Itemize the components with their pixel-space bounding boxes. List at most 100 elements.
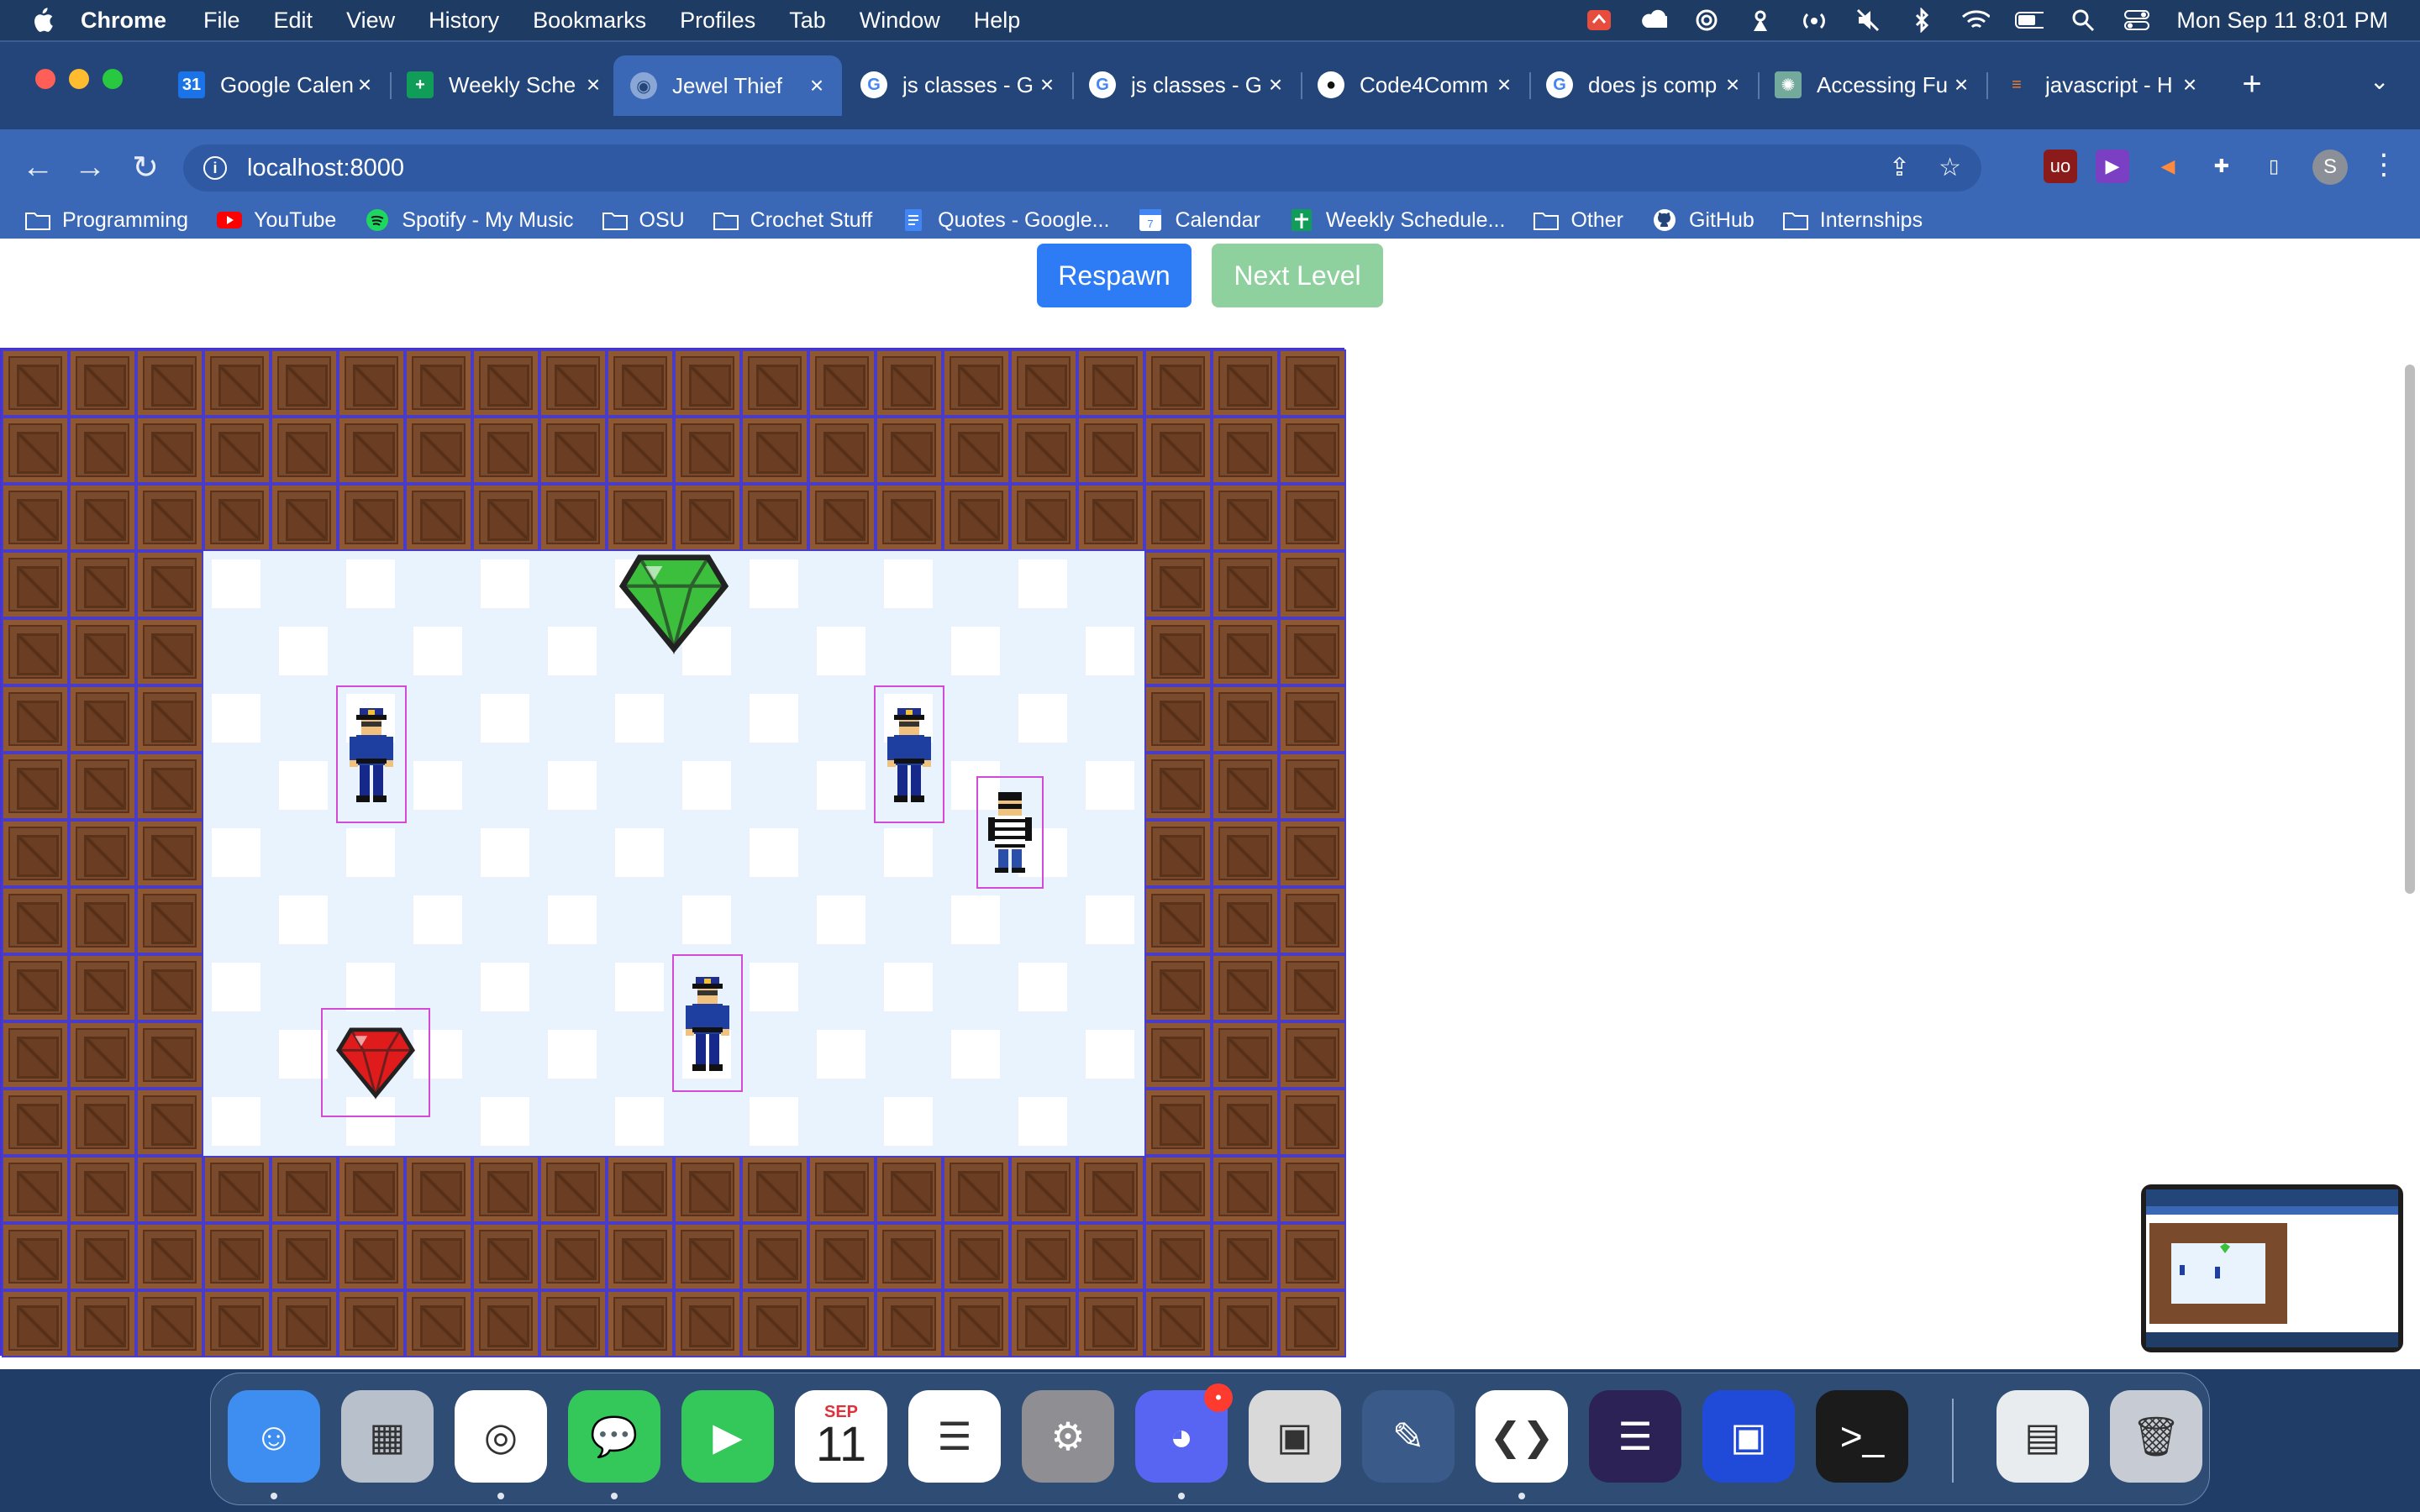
- share-icon[interactable]: ⇪: [1889, 153, 1910, 182]
- crate-wall-tile: [1279, 1089, 1346, 1156]
- ublock-icon[interactable]: uo: [2044, 150, 2077, 183]
- moon-icon[interactable]: [1692, 8, 1721, 33]
- respawn-button[interactable]: Respawn: [1037, 244, 1192, 307]
- menu-view[interactable]: View: [346, 8, 395, 34]
- tab-javascript[interactable]: ≡ javascript - H ×: [1986, 59, 2215, 111]
- reload-button[interactable]: ↻: [124, 146, 166, 188]
- bookmark-osu[interactable]: OSU: [602, 208, 685, 233]
- apple-menu-icon[interactable]: [30, 7, 54, 34]
- close-icon[interactable]: ×: [2178, 71, 2202, 98]
- close-icon[interactable]: ×: [581, 71, 605, 98]
- search-icon[interactable]: [2069, 8, 2097, 33]
- video-extension-icon[interactable]: ▶: [2096, 150, 2129, 183]
- minecraft-icon[interactable]: ▣: [1249, 1390, 1341, 1483]
- tab-js-classes-2[interactable]: G js classes - G ×: [1072, 59, 1301, 111]
- bookmark-calendar[interactable]: 7 Calendar: [1138, 208, 1260, 233]
- battery-icon[interactable]: [2015, 8, 2044, 33]
- new-tab-button[interactable]: +: [2235, 66, 2269, 103]
- menu-profiles[interactable]: Profiles: [680, 8, 755, 34]
- minimize-window-button[interactable]: [69, 69, 89, 89]
- crate-wall-tile: [69, 1089, 136, 1156]
- crate-wall-tile: [1212, 349, 1279, 417]
- control-center-icon[interactable]: [2123, 8, 2151, 33]
- calendar-icon[interactable]: SEP 11: [795, 1390, 887, 1483]
- tab-google-calendar[interactable]: 31 Google Calen ×: [161, 59, 390, 111]
- app-alert-icon[interactable]: [1585, 8, 1613, 33]
- close-icon[interactable]: ×: [353, 71, 376, 98]
- close-icon[interactable]: ×: [1492, 71, 1516, 98]
- game-board[interactable]: [0, 348, 1346, 1357]
- menu-history[interactable]: History: [429, 8, 499, 34]
- vertical-scrollbar[interactable]: [2405, 365, 2415, 894]
- discord-icon[interactable]: ◕ •: [1135, 1383, 1233, 1483]
- mute-icon[interactable]: [1854, 8, 1882, 33]
- menu-file[interactable]: File: [203, 8, 240, 34]
- more-menu-icon[interactable]: ⋮: [2370, 148, 2398, 181]
- back-button[interactable]: ←: [17, 146, 59, 188]
- bookmark-spotify[interactable]: Spotify - My Music: [365, 208, 574, 233]
- tab-code4comm[interactable]: ● Code4Comm ×: [1301, 59, 1529, 111]
- wifi-icon[interactable]: [1961, 8, 1991, 33]
- bookmark-star-icon[interactable]: ☆: [1939, 153, 1961, 182]
- bookmark-github[interactable]: GitHub: [1652, 208, 1754, 233]
- address-url[interactable]: localhost:8000: [247, 155, 404, 182]
- profile-avatar[interactable]: S: [2312, 150, 2348, 185]
- favicon-glyph: ◉: [636, 76, 651, 96]
- messages-icon[interactable]: 💬: [568, 1390, 660, 1483]
- menu-window[interactable]: Window: [860, 8, 940, 34]
- bluetooth-icon[interactable]: [1907, 8, 1936, 33]
- close-icon[interactable]: ×: [1721, 71, 1744, 98]
- trash-icon[interactable]: 🗑: [2110, 1390, 2202, 1483]
- bookmark-weekly-schedule[interactable]: Weekly Schedule...: [1289, 208, 1505, 233]
- facetime-icon[interactable]: ▶: [681, 1390, 774, 1483]
- close-window-button[interactable]: [35, 69, 55, 89]
- crate-wall-tile: [876, 1290, 943, 1357]
- terminal-icon[interactable]: >_: [1816, 1390, 1908, 1483]
- tab-jewel-thief[interactable]: ◉ Jewel Thief ×: [613, 55, 842, 116]
- menu-app-name[interactable]: Chrome: [81, 8, 166, 34]
- reminders-icon[interactable]: ☰: [908, 1390, 1001, 1483]
- bookmark-programming[interactable]: Programming: [25, 208, 188, 233]
- extensions-puzzle-icon[interactable]: ✚: [2205, 150, 2238, 183]
- screenshot-thumbnail[interactable]: [2141, 1184, 2403, 1352]
- eclipse-icon[interactable]: ☰: [1589, 1390, 1681, 1483]
- downloads-stack-icon[interactable]: ▤: [1996, 1390, 2089, 1483]
- settings-icon[interactable]: ⚙: [1022, 1390, 1114, 1483]
- menu-bookmarks[interactable]: Bookmarks: [533, 8, 646, 34]
- chrome-icon[interactable]: ◎: [455, 1390, 547, 1483]
- tab-js-classes-1[interactable]: G js classes - G ×: [844, 59, 1072, 111]
- airdrop-icon[interactable]: [1746, 8, 1775, 33]
- site-info-icon[interactable]: i: [203, 156, 227, 180]
- menubar-clock[interactable]: Mon Sep 11 8:01 PM: [2176, 8, 2388, 34]
- gimp-icon[interactable]: ✎: [1362, 1390, 1455, 1483]
- tab-weekly-schedule[interactable]: + Weekly Sche ×: [390, 59, 618, 111]
- broadcast-icon[interactable]: [1800, 8, 1828, 33]
- bookmark-label: OSU: [639, 207, 685, 232]
- finder-icon[interactable]: ☺: [228, 1390, 320, 1483]
- cloud-icon[interactable]: [1639, 8, 1668, 33]
- bookmark-internships[interactable]: Internships: [1782, 208, 1923, 233]
- vscode-icon[interactable]: ❮❯: [1476, 1390, 1568, 1483]
- tab-does-js-comp[interactable]: G does js comp ×: [1529, 59, 1758, 111]
- menu-tab[interactable]: Tab: [789, 8, 826, 34]
- forward-button[interactable]: →: [69, 146, 111, 188]
- bookmark-crochet-stuff[interactable]: Crochet Stuff: [713, 208, 872, 233]
- address-bar[interactable]: i localhost:8000 ⇪ ☆: [183, 144, 1981, 192]
- tab-search-chevron-icon[interactable]: ⌄: [2370, 67, 2389, 95]
- side-panel-icon[interactable]: ▯: [2257, 150, 2291, 183]
- close-icon[interactable]: ×: [1264, 71, 1287, 98]
- next-level-button[interactable]: Next Level: [1212, 244, 1383, 307]
- megaphone-extension-icon[interactable]: ◀: [2151, 150, 2185, 183]
- close-icon[interactable]: ×: [1035, 71, 1059, 98]
- bookmark-other[interactable]: Other: [1534, 208, 1623, 233]
- close-icon[interactable]: ×: [1949, 71, 1973, 98]
- tab-accessing-fu[interactable]: ✺ Accessing Fu ×: [1758, 59, 1986, 111]
- bookmark-youtube[interactable]: YouTube: [217, 208, 336, 233]
- menu-help[interactable]: Help: [974, 8, 1021, 34]
- menu-edit[interactable]: Edit: [274, 8, 313, 34]
- recorder-icon[interactable]: ▣: [1702, 1390, 1795, 1483]
- zoom-window-button[interactable]: [103, 69, 123, 89]
- bookmark-quotes[interactable]: Quotes - Google...: [901, 208, 1109, 233]
- close-icon[interactable]: ×: [805, 72, 829, 99]
- launchpad-icon[interactable]: ▦: [341, 1390, 434, 1483]
